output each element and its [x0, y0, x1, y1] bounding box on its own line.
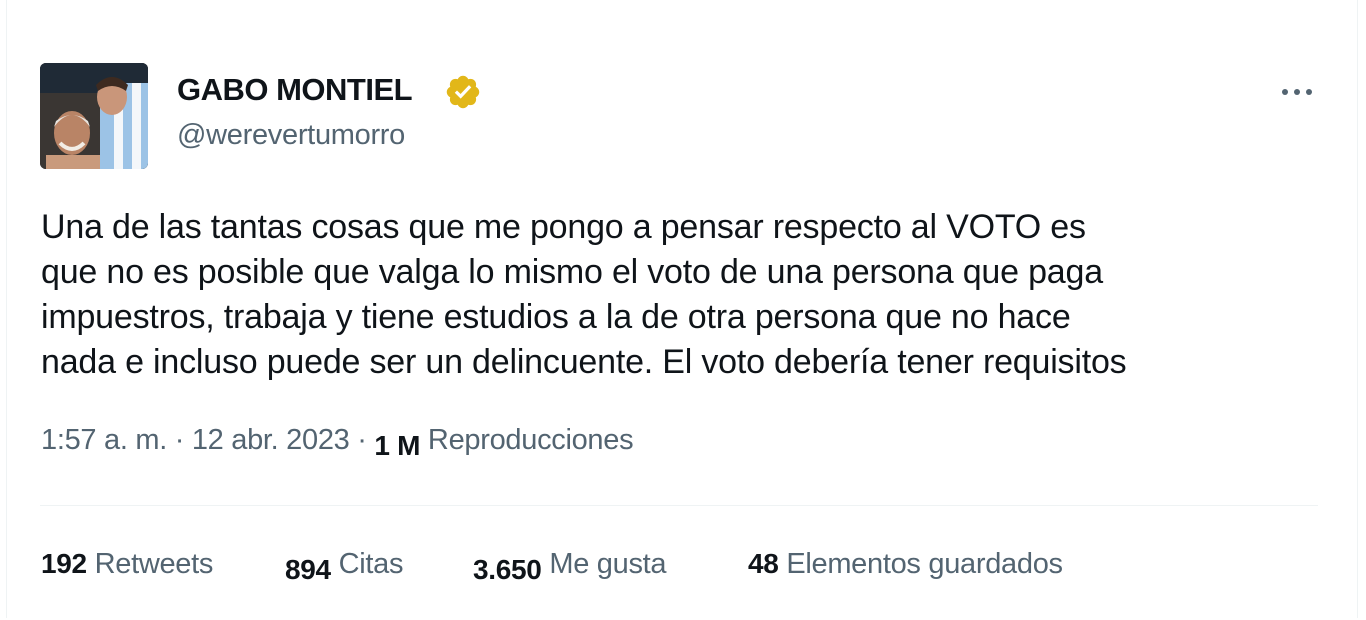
- avatar-photo: [40, 63, 148, 169]
- likes-label: Me gusta: [549, 548, 667, 580]
- tweet-text-line: que no es posible que valga lo mismo el …: [41, 253, 1103, 291]
- author-name[interactable]: GABO MONTIEL: [177, 72, 413, 108]
- tweet-text-line: Una de las tantas cosas que me pongo a p…: [41, 208, 1086, 246]
- verified-badge-icon: [446, 75, 480, 109]
- bookmarks-count: 48: [748, 548, 779, 579]
- views-label: Reproducciones: [427, 424, 634, 456]
- bookmarks-label: Elementos guardados: [786, 548, 1063, 580]
- quotes-stat[interactable]: 894 Citas: [285, 548, 404, 585]
- bookmarks-stat[interactable]: 48 Elementos guardados: [748, 548, 1063, 581]
- more-horizontal-icon: [1282, 89, 1288, 95]
- more-dot: [1306, 89, 1312, 95]
- author-handle[interactable]: @werevertumorro: [177, 119, 405, 152]
- divider: [40, 505, 1318, 506]
- likes-count: 3.650: [473, 554, 542, 585]
- tweet-text-line: impuestros, trabaja y tiene estudios a l…: [41, 298, 1071, 336]
- avatar[interactable]: [40, 63, 148, 169]
- retweets-count: 192: [41, 548, 87, 579]
- tweet-meta: 1:57 a. m. · 12 abr. 2023 · 1 M Reproduc…: [41, 424, 634, 461]
- quotes-count: 894: [285, 554, 331, 585]
- retweets-stat[interactable]: 192 Retweets: [41, 548, 213, 581]
- meta-separator: ·: [349, 424, 375, 456]
- tweet-text: Una de las tantas cosas que me pongo a p…: [41, 205, 1331, 385]
- tweet-time[interactable]: 1:57 a. m.: [41, 424, 167, 456]
- retweets-label: Retweets: [94, 548, 214, 580]
- more-dot: [1294, 89, 1300, 95]
- tweet-text-line: nada e incluso puede ser un delincuente.…: [41, 343, 1127, 381]
- meta-separator: ·: [166, 424, 192, 456]
- likes-stat[interactable]: 3.650 Me gusta: [473, 548, 667, 585]
- quotes-label: Citas: [338, 548, 404, 580]
- tweet-date[interactable]: 12 abr. 2023: [192, 424, 350, 456]
- views-count: 1 M: [374, 430, 421, 461]
- more-options-button[interactable]: [1274, 74, 1320, 110]
